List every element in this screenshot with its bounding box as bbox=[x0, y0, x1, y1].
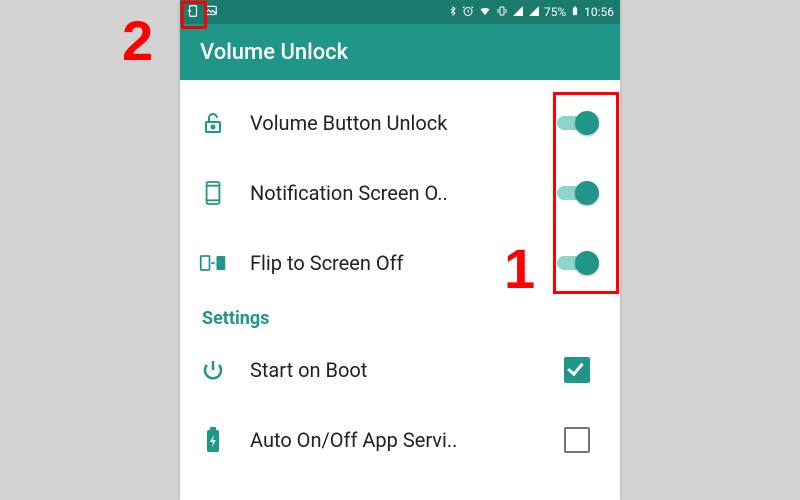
toggle-notification-screen[interactable] bbox=[552, 181, 602, 205]
clock-time: 10:56 bbox=[584, 5, 614, 19]
battery-icon bbox=[198, 427, 228, 453]
status-bar: 75% 10:56 bbox=[180, 0, 620, 24]
image-icon bbox=[204, 4, 218, 21]
row-label: Volume Button Unlock bbox=[250, 111, 552, 135]
row-label: Notification Screen O.. bbox=[250, 181, 552, 205]
alarm-icon bbox=[462, 5, 474, 20]
battery-icon bbox=[570, 4, 580, 21]
checkbox-auto-onoff[interactable] bbox=[552, 427, 602, 453]
status-left bbox=[186, 4, 218, 21]
annotation-marker-2: 2 bbox=[122, 8, 153, 73]
row-flip-screen-off[interactable]: Flip to Screen Off bbox=[180, 228, 620, 298]
row-auto-onoff-service[interactable]: Auto On/Off App Servi.. bbox=[180, 405, 620, 475]
unlock-icon bbox=[198, 111, 228, 135]
settings-list: Volume Button Unlock Notification Screen… bbox=[180, 80, 620, 475]
row-start-on-boot[interactable]: Start on Boot bbox=[180, 335, 620, 405]
row-label: Flip to Screen Off bbox=[250, 251, 552, 275]
vibrate-icon bbox=[496, 5, 508, 20]
app-bar: Volume Unlock bbox=[180, 24, 620, 80]
battery-pct: 75% bbox=[544, 5, 566, 19]
signal-icon-2 bbox=[528, 5, 540, 20]
notification-app-icon bbox=[186, 4, 200, 21]
power-icon bbox=[198, 358, 228, 382]
toggle-volume-unlock[interactable] bbox=[552, 111, 602, 135]
row-label: Auto On/Off App Servi.. bbox=[250, 428, 552, 452]
flip-icon bbox=[198, 252, 228, 274]
section-header-settings: Settings bbox=[180, 298, 620, 335]
checkbox-start-on-boot[interactable] bbox=[552, 357, 602, 383]
bluetooth-icon bbox=[448, 5, 458, 20]
phone-frame: 75% 10:56 Volume Unlock Volume Button Un… bbox=[180, 0, 620, 500]
row-label: Start on Boot bbox=[250, 358, 552, 382]
signal-icon bbox=[512, 5, 524, 20]
row-notification-screen-on[interactable]: Notification Screen O.. bbox=[180, 158, 620, 228]
phone-outline-icon bbox=[198, 180, 228, 206]
status-right: 75% 10:56 bbox=[448, 4, 614, 21]
toggle-flip-screen[interactable] bbox=[552, 251, 602, 275]
wifi-icon bbox=[478, 5, 492, 20]
page-title: Volume Unlock bbox=[200, 40, 348, 65]
row-volume-button-unlock[interactable]: Volume Button Unlock bbox=[180, 88, 620, 158]
